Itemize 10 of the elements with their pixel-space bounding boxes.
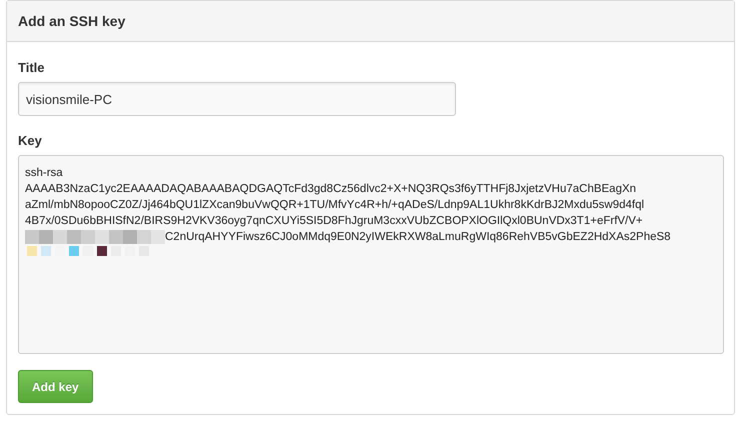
key-text-line: 4B7x/0SDu6bBHISfN2/BIRS9H2VKV36oyg7qnCXUYi5SI5D8FhJgruM3cxxVUbZCBOPXlOGIlQxl0BUnVDx3T1+eFrfV/V+ — [25, 214, 643, 229]
panel-title: Add an SSH key — [18, 13, 126, 29]
title-input[interactable]: visionsmile-PC — [18, 82, 456, 116]
key-textarea[interactable] — [18, 155, 724, 354]
key-text-line: C2nUrqAHYYFiwsz6CJ0oMMdq9E0N2yIWEkRXW8aLmuRgWIq86RehVB5vGbEZ2HdXAs2PheS8 — [165, 230, 671, 245]
field-label: Title — [18, 60, 44, 75]
key-text-line: AAAAB3NzaC1yc2EAAAADAQABAAABAQDGAQTcFd3gd8Cz56dlvc2+X+NQ3RQs3f6yTTHFj8JxjetzVHu7aChBEagXn — [25, 182, 636, 197]
key-text-line: aZml/mbN8opooCZ0Z/Jj464bQU1lZXcan9buVwQQR+1TU/MfvYc4R+h/+qADeS/Ldnp9AL1Ukhr8kKdrBJ2Mxdu5sw9d4fql — [25, 198, 644, 213]
field-label: Key — [18, 133, 42, 148]
key-text-line: ssh-rsa — [25, 166, 63, 181]
